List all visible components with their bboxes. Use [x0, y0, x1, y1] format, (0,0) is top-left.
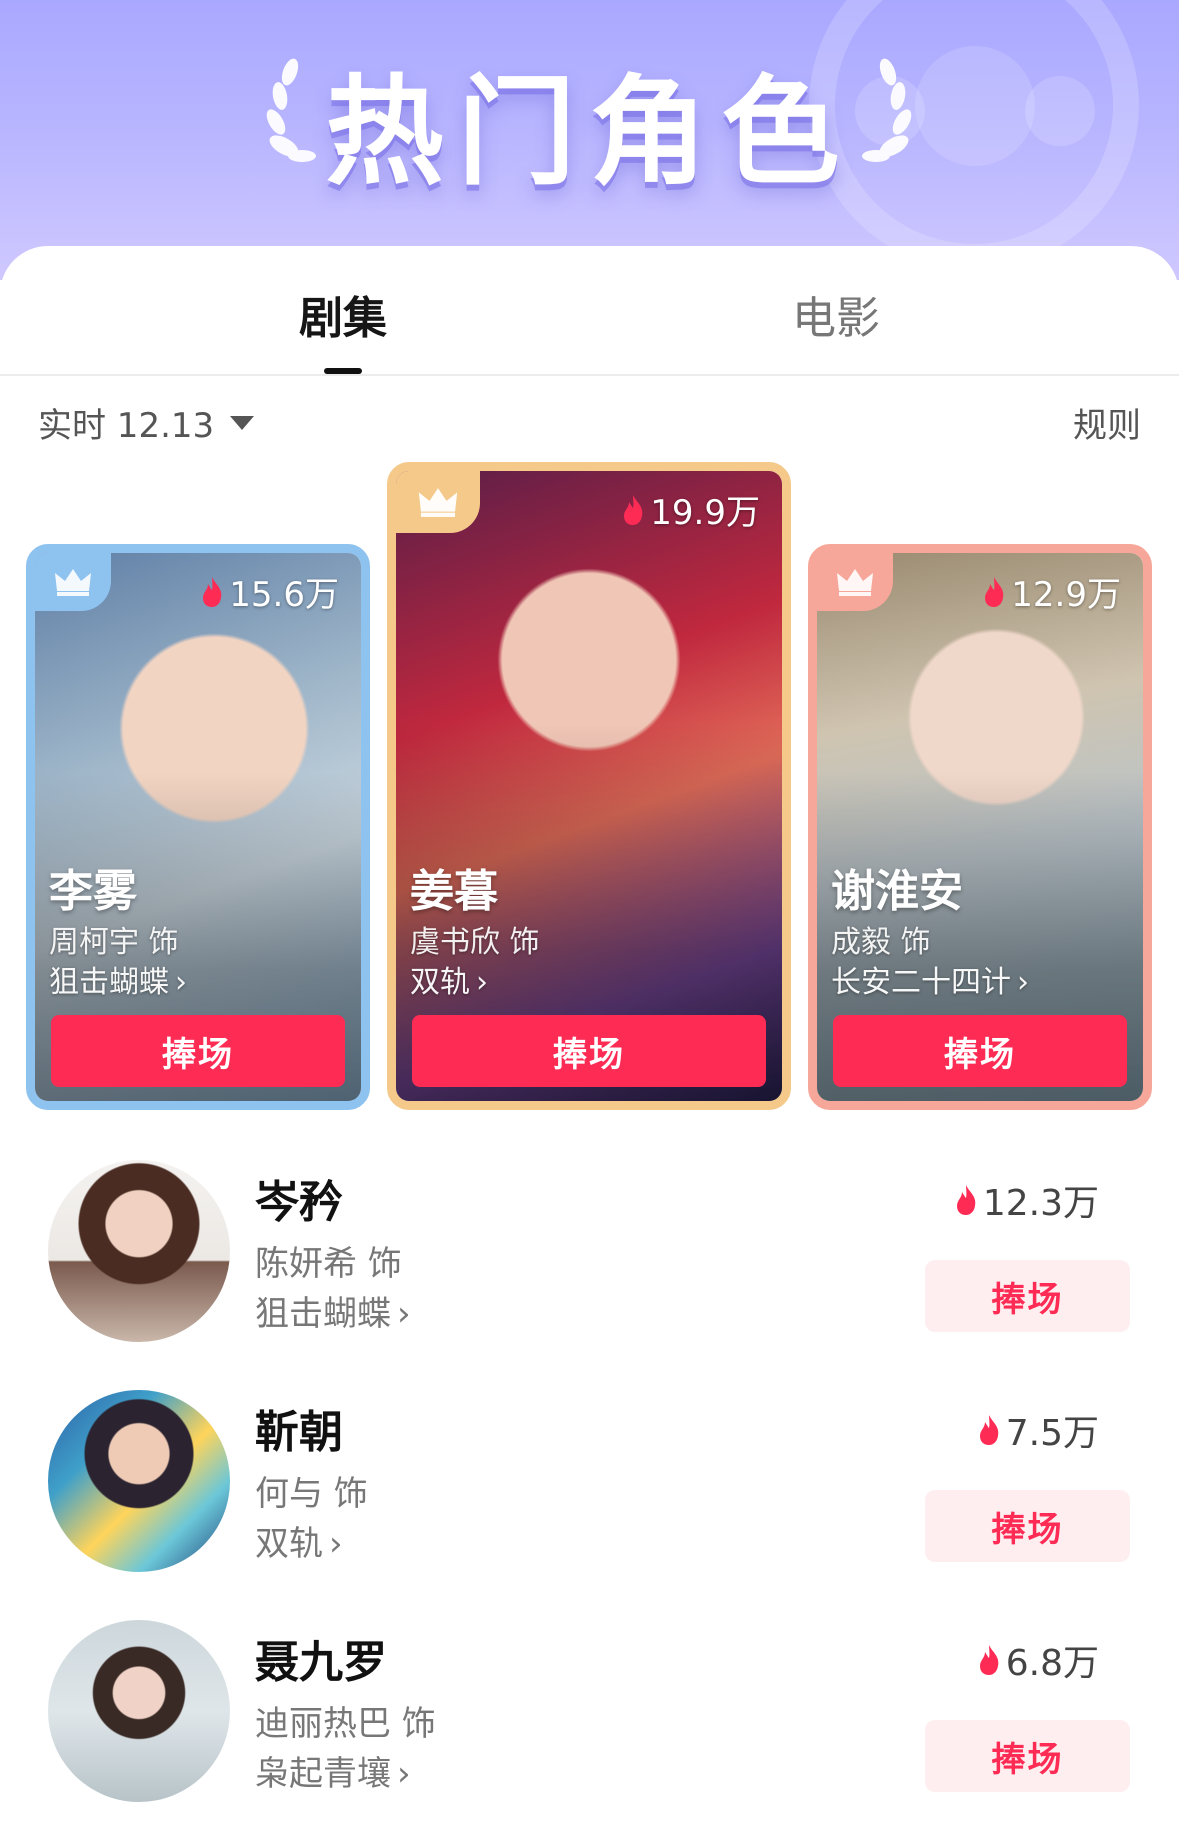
- actor-name: 成毅 饰: [831, 925, 931, 960]
- caret-down-icon: [230, 415, 255, 430]
- show-link[interactable]: 枭起青壤 ›: [255, 1746, 411, 1795]
- heat-count: 12.3万: [953, 1174, 1099, 1226]
- rank-card-1[interactable]: 19.9万 姜暮 虞书欣 饰 双轨 › 捧场: [387, 462, 791, 1110]
- rules-link[interactable]: 规则: [1073, 398, 1141, 447]
- character-name: 岑矜: [255, 1177, 343, 1228]
- rank-card-2[interactable]: 15.6万 李雾 周柯宇 饰 狙击蝴蝶 › 捧场: [26, 544, 370, 1110]
- laurel-icon: [862, 58, 912, 162]
- character-name: 李雾: [49, 866, 137, 917]
- chevron-right-icon: ›: [1017, 965, 1029, 1000]
- chevron-right-icon: ›: [329, 1524, 343, 1564]
- chevron-right-icon: ›: [476, 965, 488, 1000]
- flame-icon: [979, 1415, 999, 1445]
- heat-count: 19.9万: [620, 485, 760, 534]
- heat-count: 12.9万: [981, 567, 1121, 616]
- actor-name: 何与 饰: [255, 1474, 368, 1514]
- show-link[interactable]: 狙击蝴蝶 ›: [255, 1286, 411, 1335]
- heat-count: 6.8万: [976, 1634, 1099, 1686]
- date-filter-label: 实时 12.13: [38, 406, 215, 446]
- chevron-right-icon: ›: [397, 1754, 411, 1794]
- actor-name: 周柯宇 饰: [49, 925, 179, 960]
- page-title: 热门角色: [325, 63, 854, 201]
- list-item[interactable]: 岑矜 陈妍希 饰 狙击蝴蝶 › 12.3万 捧场: [0, 1160, 1179, 1360]
- cheer-button[interactable]: 捧场: [925, 1260, 1130, 1332]
- tab-bar: 剧集 电影: [0, 246, 1179, 376]
- actor-name: 虞书欣 饰: [410, 925, 540, 960]
- rank-card-3[interactable]: 12.9万 谢淮安 成毅 饰 长安二十四计 › 捧场: [808, 544, 1152, 1110]
- avatar[interactable]: [48, 1160, 230, 1342]
- chevron-right-icon: ›: [397, 1294, 411, 1334]
- cheer-button[interactable]: 捧场: [833, 1015, 1127, 1087]
- heat-count: 7.5万: [976, 1404, 1099, 1456]
- character-name: 姜暮: [410, 866, 498, 917]
- tab-series[interactable]: 剧集: [243, 282, 443, 346]
- crown-icon: [817, 553, 893, 611]
- flame-icon: [956, 1185, 976, 1215]
- actor-name: 陈妍希 饰: [255, 1244, 402, 1284]
- show-link[interactable]: 狙击蝴蝶 ›: [49, 957, 187, 1001]
- show-link[interactable]: 双轨 ›: [410, 957, 488, 1001]
- chevron-right-icon: ›: [175, 965, 187, 1000]
- show-link[interactable]: 长安二十四计 ›: [831, 957, 1029, 1001]
- character-name: 聂九罗: [255, 1637, 387, 1688]
- character-name: 靳朝: [255, 1407, 343, 1458]
- cheer-button[interactable]: 捧场: [412, 1015, 766, 1087]
- avatar[interactable]: [48, 1390, 230, 1572]
- flame-icon: [624, 494, 643, 525]
- cheer-button[interactable]: 捧场: [51, 1015, 345, 1087]
- divider: [0, 374, 1179, 376]
- character-name: 谢淮安: [831, 866, 963, 917]
- list-item[interactable]: 聂九罗 迪丽热巴 饰 枭起青壤 › 6.8万 捧场: [0, 1620, 1179, 1820]
- avatar[interactable]: [48, 1620, 230, 1802]
- flame-icon: [985, 576, 1004, 607]
- date-filter-dropdown[interactable]: 实时 12.13: [38, 398, 255, 447]
- flame-icon: [979, 1645, 999, 1675]
- flame-icon: [203, 576, 222, 607]
- crown-icon: [35, 553, 111, 611]
- cheer-button[interactable]: 捧场: [925, 1720, 1130, 1792]
- tab-movies[interactable]: 电影: [736, 282, 936, 346]
- header-banner: 热门角色: [0, 0, 1179, 280]
- crown-icon: [396, 471, 480, 533]
- show-link[interactable]: 双轨 ›: [255, 1516, 343, 1565]
- cheer-button[interactable]: 捧场: [925, 1490, 1130, 1562]
- list-item[interactable]: 靳朝 何与 饰 双轨 › 7.5万 捧场: [0, 1390, 1179, 1590]
- actor-name: 迪丽热巴 饰: [255, 1704, 436, 1744]
- heat-count: 15.6万: [199, 567, 339, 616]
